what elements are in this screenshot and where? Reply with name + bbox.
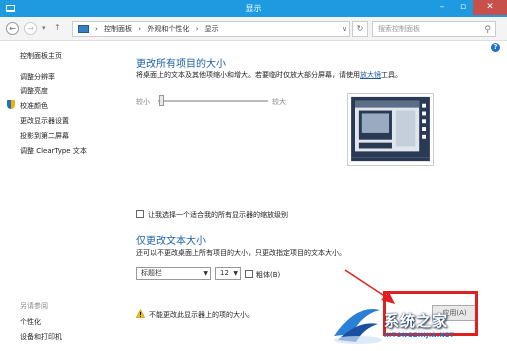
control-panel-icon — [78, 25, 89, 33]
slider-large-label: 较大 — [272, 98, 286, 106]
breadcrumb-control-panel[interactable]: 控制面板 — [104, 25, 132, 33]
breadcrumb[interactable]: › 控制面板 › 外观和个性化 › 显示 — [72, 21, 350, 37]
up-arrow-icon[interactable]: ↑ — [54, 23, 61, 32]
scale-level-checkbox[interactable] — [136, 210, 144, 218]
see-also-heading: 另请参阅 — [20, 302, 48, 310]
watermark-logo-icon — [334, 309, 382, 344]
scale-level-checkbox-label: 让我选择一个适合我的所有显示器的缩放级别 — [148, 211, 288, 219]
warning-icon — [136, 309, 145, 318]
search-icon[interactable]: ⚲ — [484, 23, 491, 37]
sidebar-link-personalization[interactable]: 个性化 — [20, 317, 41, 327]
bold-checkbox[interactable] — [245, 270, 253, 278]
breadcrumb-display[interactable]: 显示 — [205, 25, 219, 33]
back-button[interactable]: ← — [6, 22, 19, 35]
sidebar-item-cleartype[interactable]: 调整 ClearType 文本 — [20, 146, 87, 156]
sidebar-item-home[interactable]: 控制面板主页 — [20, 51, 62, 61]
font-size-select[interactable]: 12 ▼ — [215, 267, 241, 280]
breadcrumb-separator: › — [95, 25, 98, 33]
watermark: 系统之家 XITONGZHIJIA.NET — [326, 296, 507, 351]
close-button[interactable]: ✕ — [473, 0, 507, 15]
watermark-url: XITONGZHIJIA.NET — [384, 332, 455, 339]
change-size-description: 将桌面上的文本及其他项缩小和增大。若要临时仅放大部分屏幕，请使用放大镜工具。 — [136, 71, 402, 79]
maximize-button[interactable]: ▫ — [451, 0, 475, 15]
search-placeholder: 搜索控制面板 — [378, 25, 420, 33]
watermark-title: 系统之家 — [384, 312, 449, 330]
size-slider-thumb[interactable] — [159, 95, 164, 106]
sidebar-item-project[interactable]: 投影到第二屏幕 — [20, 131, 69, 141]
text-size-heading: 仅更改文本大小 — [136, 236, 206, 247]
refresh-button[interactable]: ↻ — [352, 21, 368, 37]
chevron-down-icon: ▼ — [203, 270, 208, 277]
sidebar-item-resolution[interactable]: 调整分辨率 — [20, 72, 55, 82]
slider-small-label: 较小 — [136, 98, 150, 106]
address-bar: ← → ▾ ↑ › 控制面板 › 外观和个性化 › 显示 ∨ ↻ 搜索控制面板 … — [0, 17, 507, 41]
sidebar-item-brightness[interactable]: 调整亮度 — [20, 86, 48, 96]
breadcrumb-appearance[interactable]: 外观和个性化 — [147, 25, 189, 33]
address-dropdown-chevron-icon[interactable]: ∨ — [339, 21, 350, 37]
change-size-heading: 更改所有项目的大小 — [136, 59, 226, 70]
sidebar: 控制面板主页 调整分辨率 调整亮度 校准颜色 更改显示器设置 投影到第二屏幕 调… — [0, 41, 120, 351]
warning-message: 不能更改此显示器上的项的大小。 — [149, 311, 254, 319]
sidebar-item-display-settings[interactable]: 更改显示器设置 — [20, 116, 69, 126]
shield-icon — [7, 100, 15, 109]
text-size-description: 还可以不更改桌面上所有项目的大小，只更改指定项目的文本大小。 — [136, 249, 346, 257]
magnifier-link[interactable]: 放大镜 — [360, 71, 381, 79]
chevron-down-icon: ▼ — [233, 270, 238, 277]
item-type-select[interactable]: 标题栏 ▼ — [136, 267, 211, 280]
sidebar-link-devices-printers[interactable]: 设备和打印机 — [20, 332, 62, 342]
search-input[interactable]: 搜索控制面板 ⚲ — [372, 21, 496, 37]
title-bar: 显示 – ▫ ✕ — [0, 0, 507, 17]
recent-pages-chevron-icon[interactable]: ▾ — [42, 24, 46, 32]
breadcrumb-separator: › — [195, 25, 199, 33]
sidebar-item-calibrate-color[interactable]: 校准颜色 — [20, 101, 48, 111]
breadcrumb-separator: › — [138, 25, 142, 33]
display-preview-image — [347, 93, 434, 166]
bold-checkbox-label: 粗体(B) — [256, 271, 281, 279]
forward-button[interactable]: → — [24, 22, 37, 35]
size-slider-track[interactable] — [158, 100, 268, 102]
